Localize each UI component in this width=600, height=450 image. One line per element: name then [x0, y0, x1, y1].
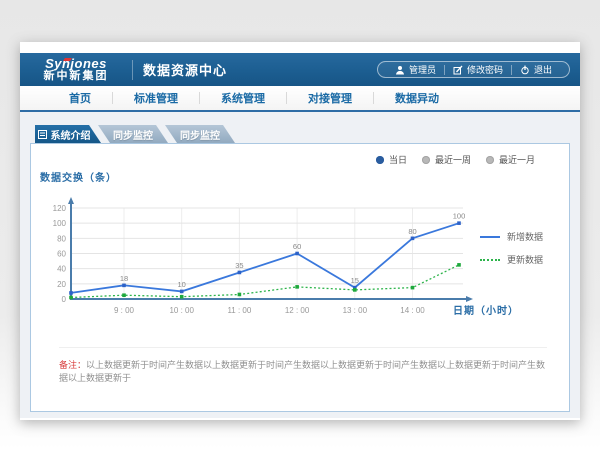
svg-text:60: 60: [57, 250, 66, 259]
content-area: 系统介绍 同步监控 同步监控 当日 最近一周: [20, 112, 580, 418]
footnote-text: 以上数据更新于时间产生数据以上数据更新于时间产生数据以上数据更新于时间产生数据以…: [59, 360, 545, 383]
svg-text:15: 15: [351, 276, 359, 285]
logo-text-en: Synjones: [30, 57, 122, 71]
tab-sync-monitor-1[interactable]: 同步监控: [98, 125, 168, 143]
radio-last-week[interactable]: 最近一周: [422, 153, 471, 166]
legend-new-data: 新增数据: [480, 230, 543, 243]
main-nav: 首页 标准管理 系统管理 对接管理 数据异动: [20, 86, 580, 112]
y-axis-title: 数据交换（条）: [40, 169, 117, 184]
user-menu-label: 管理员: [409, 63, 436, 76]
radio-label: 最近一周: [435, 153, 471, 166]
change-password-button[interactable]: 修改密码: [445, 63, 511, 76]
footnote: 备注：以上数据更新于时间产生数据以上数据更新于时间产生数据以上数据更新于时间产生…: [59, 347, 547, 384]
radio-today[interactable]: 当日: [376, 153, 407, 166]
svg-text:12 : 00: 12 : 00: [285, 306, 310, 315]
header-divider: [132, 60, 133, 80]
svg-text:10: 10: [178, 280, 186, 289]
company-logo: Synjones 新中新集团: [30, 56, 122, 82]
power-icon: [520, 65, 530, 75]
svg-text:14 : 00: 14 : 00: [400, 306, 425, 315]
tab-label: 同步监控: [113, 127, 153, 142]
user-menu-admin[interactable]: 管理员: [387, 63, 444, 76]
change-password-label: 修改密码: [467, 63, 503, 76]
nav-item-data-change[interactable]: 数据异动: [374, 90, 460, 106]
legend-label: 新增数据: [507, 230, 543, 243]
edit-icon: [453, 65, 463, 75]
nav-item-home[interactable]: 首页: [48, 90, 112, 106]
dotted-line-icon: [480, 259, 500, 261]
svg-text:0: 0: [62, 295, 67, 304]
tab-bar: 系统介绍 同步监控 同步监控: [35, 125, 235, 143]
nav-item-interface-mgmt[interactable]: 对接管理: [287, 90, 373, 106]
svg-text:80: 80: [408, 227, 416, 236]
svg-text:9 : 00: 9 : 00: [114, 306, 135, 315]
line-chart: 0 20 40 60 80 100 120 9 : 00 10 : 00 11 : 00 12 : …: [35, 194, 525, 332]
logout-button[interactable]: 退出: [512, 63, 560, 76]
nav-item-system-mgmt[interactable]: 系统管理: [200, 90, 286, 106]
svg-text:20: 20: [57, 280, 66, 289]
svg-text:100: 100: [453, 212, 466, 221]
svg-text:日期（小时）: 日期（小时）: [453, 304, 519, 317]
chart-panel: 当日 最近一周 最近一月 数据交换（条） 0 20 40 60 80 100 120 9 : …: [30, 143, 570, 412]
user-menu: 管理员 修改密码 退出: [377, 61, 570, 78]
solid-line-icon: [480, 236, 500, 238]
period-filter: 当日 最近一周 最近一月: [376, 153, 535, 166]
radio-unselected-icon: [422, 156, 430, 164]
svg-text:100: 100: [53, 219, 67, 228]
radio-label: 当日: [389, 153, 407, 166]
app-window: Synjones 新中新集团 数据资源中心 管理员 修改密: [20, 42, 580, 420]
footnote-prefix: 备注：: [59, 360, 86, 370]
tab-system-intro[interactable]: 系统介绍: [35, 125, 101, 143]
legend-label: 更新数据: [507, 253, 543, 266]
radio-selected-icon: [376, 156, 384, 164]
svg-text:18: 18: [120, 274, 128, 283]
radio-last-month[interactable]: 最近一月: [486, 153, 535, 166]
logout-label: 退出: [534, 63, 552, 76]
radio-label: 最近一月: [499, 153, 535, 166]
svg-text:120: 120: [53, 204, 67, 213]
window-top-strip: [20, 42, 580, 53]
svg-text:60: 60: [293, 242, 301, 251]
logo-text-cn: 新中新集团: [30, 71, 122, 83]
tab-label: 系统介绍: [51, 127, 91, 142]
svg-text:80: 80: [57, 234, 66, 243]
nav-item-standard-mgmt[interactable]: 标准管理: [113, 90, 199, 106]
svg-text:11 : 00: 11 : 00: [227, 306, 251, 315]
svg-text:10 : 00: 10 : 00: [169, 306, 194, 315]
svg-text:35: 35: [235, 261, 243, 270]
document-icon: [38, 130, 47, 139]
user-icon: [395, 65, 405, 75]
legend-update-data: 更新数据: [480, 253, 543, 266]
app-header: Synjones 新中新集团 数据资源中心 管理员 修改密: [20, 53, 580, 86]
svg-text:40: 40: [57, 265, 66, 274]
tab-label: 同步监控: [180, 127, 220, 142]
svg-text:13 : 00: 13 : 00: [343, 306, 368, 315]
chart-legend: 新增数据 更新数据: [480, 230, 543, 266]
desktop-background: Synjones 新中新集团 数据资源中心 管理员 修改密: [0, 0, 600, 450]
app-title: 数据资源中心: [143, 60, 227, 79]
tab-sync-monitor-2[interactable]: 同步监控: [165, 125, 235, 143]
radio-unselected-icon: [486, 156, 494, 164]
